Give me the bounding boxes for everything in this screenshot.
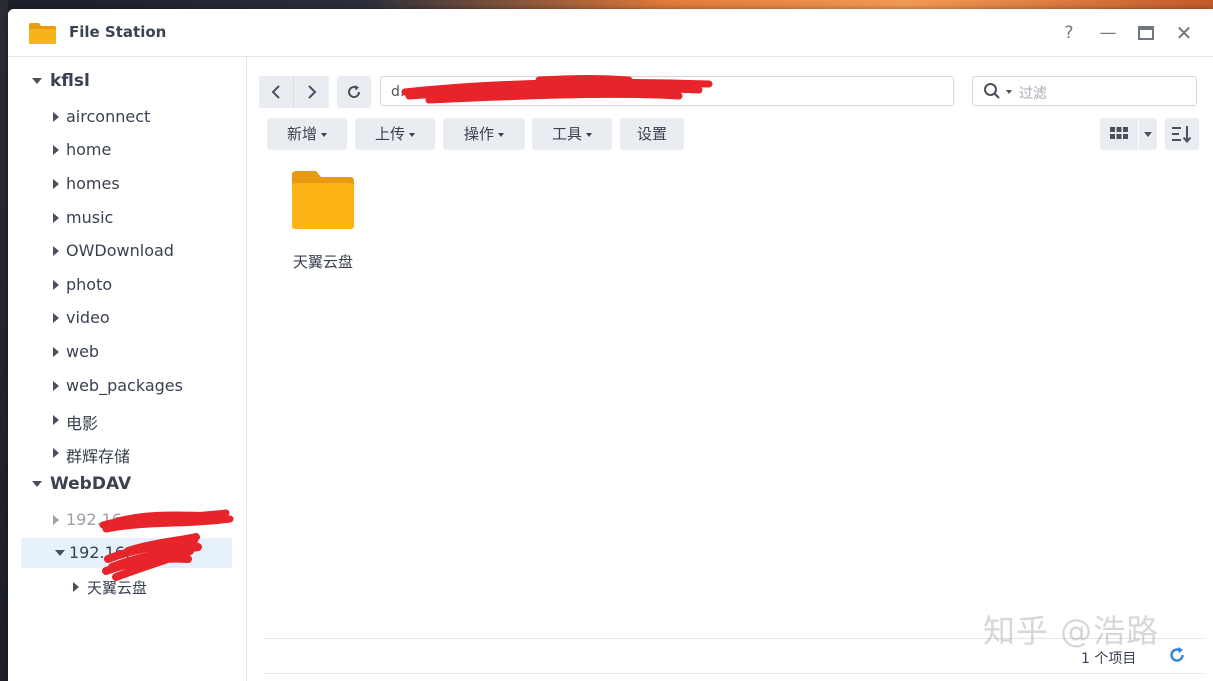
search-icon [984,83,1000,99]
file-station-app-icon [29,23,56,44]
sidebar-item-label: photo [66,275,113,294]
sidebar-item-label: 天翼云盘 [87,579,148,597]
window-title: File Station [69,23,167,41]
sort-icon [1172,126,1192,143]
maximize-button[interactable] [1135,22,1157,44]
dropdown-arrow-icon [586,132,592,137]
folder-tree-sidebar: kflsl airconnect home homes music OWDown… [8,57,247,681]
close-button[interactable]: ✕ [1173,22,1195,44]
create-button[interactable]: 新增 [267,118,347,150]
sidebar-item-photo[interactable]: photo [8,270,246,300]
caret-right-icon[interactable] [53,415,59,425]
caret-right-icon[interactable] [53,179,59,189]
sidebar-item-label: 电影 [66,414,99,433]
caret-right-icon[interactable] [53,347,59,357]
dropdown-arrow-icon [321,132,327,137]
sidebar-item-label: web_packages [66,376,183,395]
refresh-button[interactable] [337,76,371,108]
sort-button[interactable] [1165,118,1199,150]
tree-root-kflsl[interactable]: kflsl [8,67,246,97]
sidebar-item-home[interactable]: home [8,135,246,165]
caret-right-icon[interactable] [53,313,59,323]
sidebar-item-label: airconnect [66,107,151,126]
tools-button-label: 工具 [551,125,582,143]
zhihu-watermark: 知乎 @浩路 [983,612,1160,650]
filter-placeholder[interactable]: 过滤 [1019,83,1047,103]
sidebar-item-label: 192.16… (am [69,543,178,562]
path-input[interactable]: d… … … [380,76,954,106]
sidebar-item-homes[interactable]: homes [8,169,246,199]
desktop-wallpaper-edge [0,0,8,681]
tree-root-label: kflsl [50,71,90,91]
sidebar-item-movies[interactable]: 电影 [8,405,246,435]
sidebar-item-label: web [66,342,100,361]
back-button[interactable] [259,76,294,108]
caret-right-icon[interactable] [53,448,59,458]
caret-right-icon[interactable] [73,582,79,592]
caret-right-icon[interactable] [53,213,59,223]
action-button[interactable]: 操作 [443,118,525,150]
search-dropdown-icon[interactable] [1006,90,1012,94]
caret-down-icon[interactable] [55,550,65,556]
sidebar-item-label: homes [66,174,120,193]
title-bar: File Station ? — ✕ [8,9,1213,57]
upload-button-label: 上传 [374,125,405,143]
help-button[interactable]: ? [1058,22,1080,44]
file-station-window: File Station ? — ✕ kflsl airconnect home… [8,9,1213,681]
caret-right-icon[interactable] [53,246,59,256]
sidebar-item-owdownload[interactable]: OWDownload [8,236,246,266]
sidebar-item-label: OWDownload [66,241,174,260]
caret-right-icon[interactable] [53,145,59,155]
refresh-icon [348,85,361,98]
sidebar-item-synology-storage[interactable]: 群辉存储 [8,438,246,468]
sidebar-item-web[interactable]: web [8,337,246,367]
caret-right-icon[interactable] [53,515,59,525]
caret-down-icon[interactable] [32,481,42,487]
settings-button-label: 设置 [636,125,667,143]
tree-root-label: WebDAV [50,474,132,494]
file-item-name: 天翼云盘 [292,253,353,271]
caret-down-icon[interactable] [32,78,42,84]
file-item-folder[interactable]: 天翼云盘 [280,169,366,279]
sidebar-item-label: video [66,308,110,327]
view-mode-dropdown[interactable] [1139,118,1157,150]
settings-button[interactable]: 设置 [620,118,684,150]
dropdown-arrow-icon [409,132,415,137]
sidebar-item-music[interactable]: music [8,203,246,233]
tools-button[interactable]: 工具 [532,118,612,150]
sidebar-item-label: 群辉存储 [66,447,131,466]
filter-search-box[interactable]: 过滤 [972,76,1197,106]
chevron-right-icon [307,85,316,99]
tree-root-webdav[interactable]: WebDAV [8,470,246,500]
create-button-label: 新增 [286,125,317,143]
chevron-left-icon [271,85,280,99]
sidebar-item-airconnect[interactable]: airconnect [8,102,246,132]
sidebar-item-label: home [66,140,112,159]
action-button-label: 操作 [463,125,494,143]
view-mode-button[interactable] [1100,118,1138,150]
dropdown-arrow-icon [1144,132,1152,137]
caret-right-icon[interactable] [53,112,59,122]
sidebar-item-video[interactable]: video [8,303,246,333]
maximize-icon [1138,26,1154,40]
forward-button[interactable] [294,76,329,108]
caret-right-icon[interactable] [53,280,59,290]
sidebar-item-web-packages[interactable]: web_packages [8,371,246,401]
grid-view-icon [1110,127,1128,139]
caret-right-icon[interactable] [53,381,59,391]
sidebar-item-tianyi-cloud[interactable]: 天翼云盘 [8,572,246,602]
sidebar-item-webdav-server-1[interactable]: 192.16… (adr [8,505,246,535]
sidebar-item-label: music [66,208,114,227]
dropdown-arrow-icon [498,132,504,137]
folder-icon [292,171,354,229]
sidebar-item-webdav-server-2[interactable]: 192.16… (am [21,538,232,568]
minimize-button[interactable]: — [1097,22,1119,44]
upload-button[interactable]: 上传 [355,118,435,150]
status-refresh-icon[interactable] [1168,646,1186,664]
sidebar-item-label: 192.16… (adr [66,510,176,529]
